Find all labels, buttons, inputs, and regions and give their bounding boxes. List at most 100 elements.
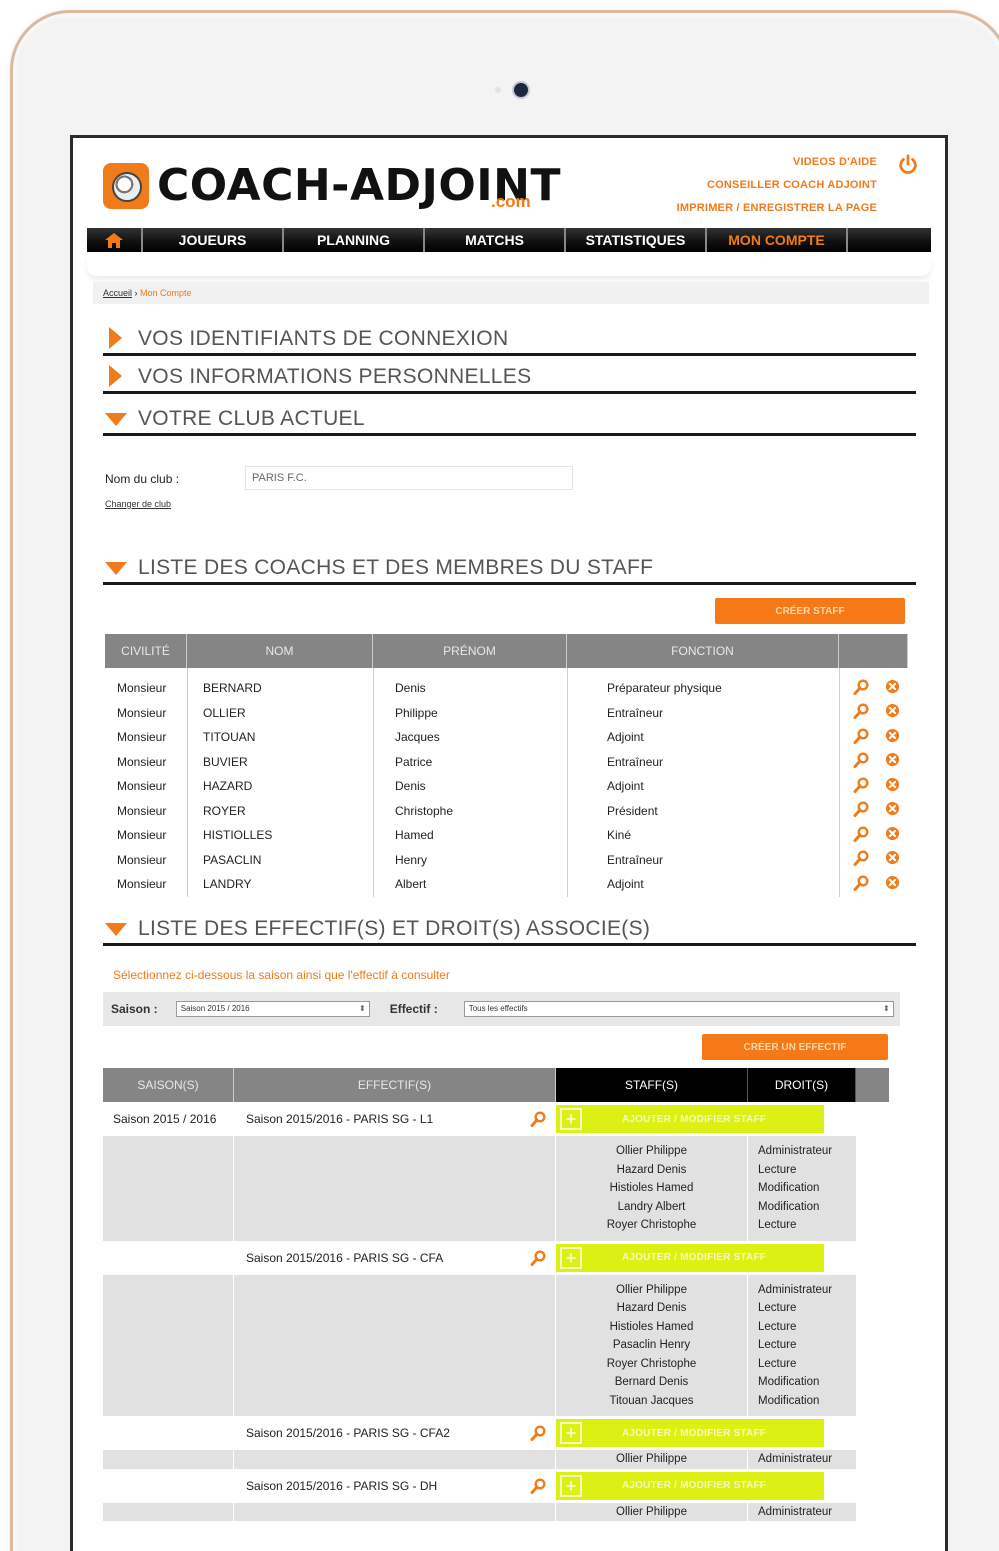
club-name-field[interactable] [245, 466, 573, 490]
effectif-row: Saison 2015 / 2016 Saison 2015/2016 - PAR… [103, 1102, 889, 1136]
civilite-cell: Monsieur [117, 705, 167, 720]
effectif-name-cell: Saison 2015/2016 - PARIS SG - CFA [234, 1241, 556, 1275]
soccer-ball-icon [103, 162, 149, 209]
magnify-icon[interactable] [530, 1249, 546, 1269]
staff-member: Hazard Denis [616, 1163, 687, 1176]
magnify-icon[interactable] [853, 703, 869, 722]
section-staff[interactable]: LISTE DES COACHS ET DES MEMBRES DU STAFF [103, 556, 916, 585]
magnify-icon[interactable] [530, 1477, 546, 1497]
col-effectifs[interactable]: EFFECTIF(S) [234, 1068, 556, 1102]
add-modify-staff-button[interactable]: + AJOUTER / MODIFIER STAFF [556, 1243, 824, 1272]
magnify-icon[interactable] [853, 728, 869, 747]
staff-list: Ollier Philippe Hazard Denis Histioles Ham… [556, 1136, 748, 1241]
fonction-cell: Entraîneur [607, 852, 664, 867]
right-value: Lecture [758, 1339, 797, 1351]
fonction-cell: Adjoint [607, 779, 644, 794]
effectif-table: SAISON(S) EFFECTIF(S) STAFF(S) DROIT(S) … [103, 1068, 889, 1521]
staff-member: Royer Christophe [606, 1357, 697, 1370]
delete-icon[interactable] [885, 752, 900, 771]
fonction-cell: Entraîneur [607, 754, 664, 769]
create-effectif-button[interactable]: CRÉER UN EFFECTIF [702, 1034, 888, 1060]
effectif-row: Saison 2015/2016 - PARIS SG - CFA + AJOUTE… [103, 1241, 889, 1275]
row-actions [839, 777, 908, 796]
plus-icon: + [560, 1422, 582, 1444]
row-actions [839, 875, 908, 894]
section-effectifs[interactable]: LISTE DES EFFECTIF(S) ET DROIT(S) ASSOCI… [103, 917, 916, 946]
magnify-icon[interactable] [530, 1425, 546, 1444]
fonction-cell: Kiné [607, 828, 632, 843]
recommend-link[interactable]: CONSEILLER COACH ADJOINT [677, 179, 877, 191]
expand-arrow-icon [109, 365, 122, 387]
col-civilite[interactable]: CIVILITÉ [105, 634, 187, 668]
col-nom[interactable]: NOM [187, 634, 373, 668]
civilite-cell: Monsieur [117, 852, 167, 867]
prenom-cell: Jacques [395, 730, 440, 745]
nav-matchs[interactable]: MATCHS [425, 228, 566, 252]
right-value: Modification [758, 1394, 820, 1407]
col-prenom[interactable]: PRÉNOM [373, 634, 567, 668]
section-club[interactable]: VOTRE CLUB ACTUEL [103, 407, 916, 436]
magnify-icon[interactable] [853, 777, 869, 796]
print-save-link[interactable]: IMPRIMER / ENREGISTRER LA PAGE [677, 202, 877, 214]
nom-cell: LANDRY [203, 877, 252, 892]
staff-list: Ollier Philippe [556, 1502, 748, 1521]
add-modify-staff-button[interactable]: + AJOUTER / MODIFIER STAFF [556, 1471, 824, 1500]
magnify-icon[interactable] [853, 801, 869, 820]
section-identifiants[interactable]: VOS IDENTIFIANTS DE CONNEXION [103, 327, 916, 356]
delete-icon[interactable] [885, 875, 900, 894]
rights-list: Administrateur Lecture Modification Modific… [748, 1136, 856, 1241]
season-label: Saison : [111, 1002, 158, 1016]
staff-member: Bernard Denis [614, 1376, 689, 1388]
nav-planning[interactable]: PLANNING [284, 228, 425, 252]
add-modify-staff-button[interactable]: + AJOUTER / MODIFIER STAFF [556, 1419, 824, 1447]
civilite-cell: Monsieur [117, 877, 167, 892]
civilite-cell: Monsieur [117, 803, 167, 818]
collapse-arrow-icon [105, 923, 127, 936]
add-modify-staff-button[interactable]: + AJOUTER / MODIFIER STAFF [556, 1105, 824, 1133]
power-icon[interactable] [897, 154, 919, 176]
magnify-icon[interactable] [853, 679, 869, 698]
collapse-arrow-icon [105, 562, 127, 575]
effectif-hint: Sélectionnez ci-dessous la saison ainsi … [113, 968, 450, 982]
change-club-link[interactable]: Changer de club [105, 499, 171, 509]
delete-icon[interactable] [885, 703, 900, 722]
magnify-icon[interactable] [530, 1111, 546, 1130]
section-infos[interactable]: VOS INFORMATIONS PERSONNELLES [103, 365, 916, 394]
breadcrumb-home[interactable]: Accueil [103, 288, 132, 298]
nav-home[interactable] [87, 228, 143, 252]
effectif-name: Saison 2015/2016 - PARIS SG - L1 [246, 1112, 434, 1126]
home-icon [105, 232, 123, 248]
delete-icon[interactable] [885, 777, 900, 796]
magnify-icon[interactable] [853, 875, 869, 894]
delete-icon[interactable] [885, 679, 900, 698]
right-value: Administrateur [758, 1145, 833, 1157]
delete-icon[interactable] [885, 826, 900, 845]
effectif-select[interactable]: Tous les effectifs ⬍ [463, 1001, 894, 1017]
staff-member: Landry Albert [617, 1200, 686, 1213]
delete-icon[interactable] [885, 801, 900, 820]
nav-statistiques[interactable]: STATISTIQUES [566, 228, 707, 252]
right-value: Lecture [758, 1219, 797, 1231]
col-fonction[interactable]: FONCTION [567, 634, 839, 668]
magnify-icon[interactable] [853, 826, 869, 845]
col-saisons[interactable]: SAISON(S) [103, 1068, 234, 1102]
rights-list: Administrateur [748, 1450, 856, 1469]
magnify-icon[interactable] [853, 850, 869, 869]
row-actions [839, 850, 908, 869]
effectif-name: Saison 2015/2016 - PARIS SG - CFA2 [246, 1426, 450, 1440]
magnify-icon[interactable] [853, 752, 869, 771]
col-droits[interactable]: DROIT(S) [748, 1068, 856, 1102]
nav-mon-compte[interactable]: MON COMPTE [707, 228, 848, 252]
help-videos-link[interactable]: VIDEOS D'AIDE [677, 156, 877, 168]
right-value: Administrateur [758, 1283, 833, 1296]
col-staffs[interactable]: STAFF(S) [556, 1068, 748, 1102]
table-row: Monsieur ROYER Christophe Président [105, 799, 908, 824]
delete-icon[interactable] [885, 850, 900, 869]
delete-icon[interactable] [885, 728, 900, 747]
create-staff-button[interactable]: CRÉER STAFF [715, 598, 905, 624]
section-title: LISTE DES EFFECTIF(S) ET DROIT(S) ASSOCI… [138, 917, 651, 940]
section-title: LISTE DES COACHS ET DES MEMBRES DU STAFF [138, 556, 654, 579]
logo-suffix: .com [491, 192, 531, 211]
nav-joueurs[interactable]: JOUEURS [143, 228, 284, 252]
season-select[interactable]: Saison 2015 / 2016 ⬍ [175, 1001, 370, 1017]
